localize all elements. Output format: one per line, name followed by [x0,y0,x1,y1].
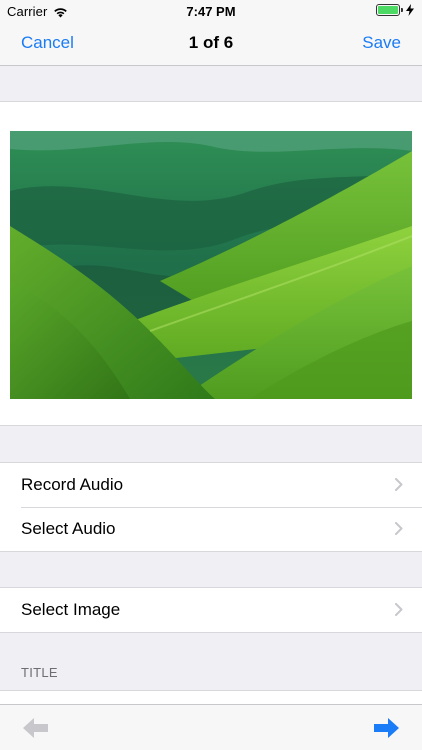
audio-options-group: Record Audio Select Audio [0,462,422,552]
charging-bolt-icon [406,4,414,16]
battery-icon [376,4,403,16]
chevron-right-icon [395,478,403,491]
battery-fill [378,6,398,14]
battery-cap [401,8,403,12]
status-bar: Carrier 7:47 PM [0,0,422,22]
arrow-right-icon[interactable] [373,718,399,738]
select-audio-row[interactable]: Select Audio [0,507,422,551]
navigation-bar: Cancel 1 of 6 Save [0,22,422,66]
image-options-group: Select Image [0,587,422,633]
save-button[interactable]: Save [362,33,401,53]
image-cell [0,101,422,426]
landscape-photo[interactable] [10,131,412,399]
record-audio-label: Record Audio [21,475,124,494]
chevron-right-icon [395,522,403,535]
record-audio-row[interactable]: Record Audio [0,463,422,507]
bottom-toolbar [0,704,422,750]
arrow-left-icon[interactable] [23,718,49,738]
select-image-row[interactable]: Select Image [0,588,422,632]
chevron-right-icon [395,603,403,616]
select-image-label: Select Image [21,600,121,619]
landscape-photo-image [10,131,412,399]
status-right [376,4,414,16]
title-section-header: TITLE [21,665,58,680]
screen: Carrier 7:47 PM Cancel 1 of 6 Save Recor… [0,0,422,750]
status-time: 7:47 PM [186,4,236,19]
page-title: 1 of 6 [188,33,234,52]
title-input[interactable] [0,690,422,704]
select-audio-label: Select Audio [21,519,116,538]
